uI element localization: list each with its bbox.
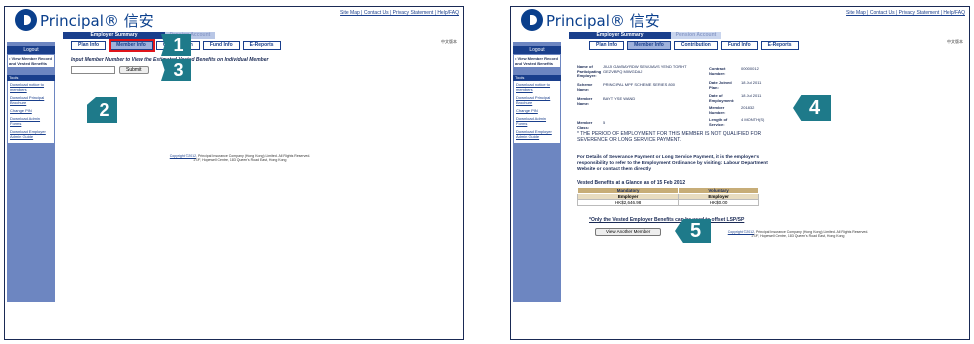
step-badge-3: 3 xyxy=(161,59,191,81)
tab-employer-summary[interactable]: Employer Summary xyxy=(63,32,165,39)
member-info-highlight xyxy=(109,39,155,52)
member-number-input[interactable] xyxy=(71,66,115,74)
tools-links: Download notice to members Download Prin… xyxy=(8,81,54,143)
date-joined-label: Date Joined Plan: xyxy=(709,80,732,90)
sidebar: Logout • View Member Record and Vested B… xyxy=(513,42,561,302)
employer-name-value: JIUJI GAVBAYRDW SEWJIAVS YEND TORHT GEZV… xyxy=(603,64,687,74)
employer-name-label: Name of Participating Employer: xyxy=(577,64,602,78)
language-link[interactable]: 中文版本 xyxy=(441,39,457,45)
sidebar-link-notice[interactable]: Download notice to members xyxy=(10,82,52,92)
employment-date-label: Date of Employment: xyxy=(709,93,735,103)
sidebar-link-brochure[interactable]: Download Principal Brochure xyxy=(516,95,558,105)
subtab-plan-info[interactable]: Plan Info xyxy=(71,41,107,50)
sidebar-link-change-pin[interactable]: Change PIN xyxy=(516,108,558,113)
service-length-value: 4 MONTH(S) xyxy=(741,117,765,122)
scheme-value: PRINCIPAL MPF SCHEME SERIES 800 xyxy=(603,82,676,87)
voluntary-employer-value: HK$0.00 xyxy=(678,199,759,206)
sidebar-view-member[interactable]: • View Member Record and Vested Benefits xyxy=(8,55,54,67)
subtab-plan-info[interactable]: Plan Info xyxy=(589,41,625,50)
principal-logo-icon xyxy=(521,9,543,31)
member-class-value: 5 xyxy=(603,120,606,125)
sidebar-link-admin-forms[interactable]: Download Admin Forms xyxy=(516,116,558,126)
member-number-value: 201832 xyxy=(741,105,755,110)
sidebar-link-brochure[interactable]: Download Principal Brochure xyxy=(10,95,52,105)
logout-button[interactable]: Logout xyxy=(513,46,561,54)
subtab-member-info[interactable]: Member Info xyxy=(627,41,671,50)
tab-employer-summary[interactable]: Employer Summary xyxy=(569,32,671,39)
view-another-member-button[interactable]: View Another Member xyxy=(595,228,662,236)
principal-logo: Principal® 信安 xyxy=(521,9,660,31)
member-number-label: Member Number: xyxy=(709,105,726,115)
scheme-label: Scheme Name: xyxy=(577,82,593,92)
sidebar-view-member[interactable]: • View Member Record and Vested Benefits xyxy=(514,55,560,67)
member-name-value: BAYT YSE WAND xyxy=(603,96,636,101)
sidebar-link-admin-guide[interactable]: Download Employer Admin Guide xyxy=(10,129,52,139)
top-links[interactable]: Site Map | Contact Us | Privacy Statemen… xyxy=(846,10,965,16)
tools-links: Download notice to members Download Prin… xyxy=(514,81,560,143)
mandatory-employer-value: HK$2,646.98 xyxy=(576,199,680,206)
principal-logo-icon xyxy=(15,9,37,31)
subtab-fund-info[interactable]: Fund Info xyxy=(202,41,240,50)
contract-label: Contract Number: xyxy=(709,66,726,76)
subtab-e-reports[interactable]: E-Reports xyxy=(760,41,799,50)
sidebar-link-admin-forms[interactable]: Download Admin Forms xyxy=(10,116,52,126)
top-links[interactable]: Site Map | Contact Us | Privacy Statemen… xyxy=(340,10,459,16)
vested-glance-heading: Vested Benefits at a Glance as of 15 Feb… xyxy=(577,180,686,186)
subtab-contribution[interactable]: Contribution xyxy=(673,41,718,50)
copyright: Copyright ©2012, Principal Insurance Com… xyxy=(169,154,311,162)
left-screenshot-panel: Principal® 信安 Site Map | Contact Us | Pr… xyxy=(4,6,464,340)
copyright-link[interactable]: Copyright ©2012 xyxy=(728,230,754,234)
service-length-label: Length of Service: xyxy=(709,117,728,127)
sidebar-link-notice[interactable]: Download notice to members xyxy=(516,82,558,92)
submit-button[interactable]: Submit xyxy=(119,66,149,74)
member-lookup-form: Input Member Number to View the Estimate… xyxy=(71,57,311,74)
sidebar-link-admin-guide[interactable]: Download Employer Admin Guide xyxy=(516,129,558,139)
subtab-e-reports[interactable]: E-Reports xyxy=(242,41,281,50)
not-qualified-notice: * THE PERIOD OF EMPLOYMENT FOR THIS MEMB… xyxy=(577,131,762,143)
language-link[interactable]: 中文版本 xyxy=(947,39,963,45)
logout-button[interactable]: Logout xyxy=(7,46,55,54)
date-joined-value: 18 Jul 2011 xyxy=(741,80,762,85)
right-screenshot-panel: Principal® 信安 Site Map | Contact Us | Pr… xyxy=(510,6,970,340)
copyright: Copyright ©2012, Principal Insurance Com… xyxy=(727,230,869,238)
member-name-label: Member Name: xyxy=(577,96,593,106)
employment-date-value: 18 Jul 2011 xyxy=(741,93,762,98)
sidebar-link-change-pin[interactable]: Change PIN xyxy=(10,108,52,113)
step-badge-1: 1 xyxy=(161,34,191,56)
principal-logo: Principal® 信安 xyxy=(15,9,154,31)
contract-value: 00000012 xyxy=(741,66,759,71)
vested-benefits-table: Mandatory Voluntary Employer Employer HK… xyxy=(576,187,759,206)
subtab-bar: Plan Info Member Info Contribution Fund … xyxy=(589,41,799,50)
member-lookup-prompt: Input Member Number to View the Estimate… xyxy=(71,57,269,63)
step-badge-2: 2 xyxy=(87,97,117,123)
severance-notice: For Details of Severance Payment or Long… xyxy=(577,155,768,172)
copyright-link[interactable]: Copyright ©2012 xyxy=(170,154,196,158)
subtab-fund-info[interactable]: Fund Info xyxy=(720,41,758,50)
member-class-label: Member Class: xyxy=(577,120,593,130)
step-badge-4: 4 xyxy=(793,95,831,121)
sidebar: Logout • View Member Record and Vested B… xyxy=(7,42,55,302)
tab-pension-account[interactable]: Pension Account xyxy=(671,32,721,39)
